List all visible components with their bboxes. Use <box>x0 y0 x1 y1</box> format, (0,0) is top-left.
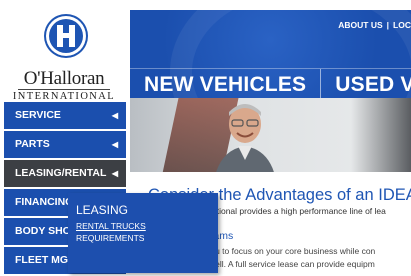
rental-trucks-link[interactable]: RENTAL TRUCKS <box>76 221 146 231</box>
company-logo[interactable]: O'Halloran INTERNATIONAL <box>4 8 124 102</box>
sidebar-item-parts[interactable]: PARTS ◀ <box>4 131 126 158</box>
logo-divider <box>18 89 110 90</box>
hero-shadow <box>351 98 411 172</box>
logo-emblem-icon <box>46 16 86 56</box>
sidebar-item-service[interactable]: SERVICE ◀ <box>4 102 126 129</box>
chevron-left-icon: ◀ <box>111 111 118 120</box>
top-links-separator: | <box>386 20 390 30</box>
sidebar-item-label: LEASING/RENTAL <box>15 167 107 179</box>
sidebar-item-leasing-rental[interactable]: LEASING/RENTAL ◀ <box>4 160 126 187</box>
hero-image <box>130 98 411 172</box>
main-nav: NEW VEHICLES USED VEH <box>130 68 411 98</box>
sidebar-item-label: SERVICE <box>15 109 61 121</box>
tab-new-vehicles[interactable]: NEW VEHICLES <box>130 69 322 98</box>
site-header: ABOUT US |LOC NEW VEHICLES USED VEH <box>130 10 411 98</box>
chevron-left-icon: ◀ <box>111 140 118 149</box>
chevron-left-icon: ◀ <box>111 169 118 178</box>
flyout-title: LEASING <box>76 203 129 217</box>
sidebar-item-label: PARTS <box>15 138 50 150</box>
hero-person-image <box>216 104 274 172</box>
requirements-link[interactable]: REQUIREMENTS <box>76 233 144 243</box>
leasing-flyout-menu: LEASING RENTAL TRUCKS REQUIREMENTS <box>68 193 218 273</box>
tab-used-vehicles[interactable]: USED VEH <box>321 69 411 98</box>
locations-link[interactable]: LOC <box>393 20 411 30</box>
sidebar-item-label: FINANCING <box>15 196 74 208</box>
top-links: ABOUT US | LOC <box>338 20 411 30</box>
logo-name: O'Halloran <box>23 68 105 89</box>
about-us-link[interactable]: ABOUT US <box>338 20 382 30</box>
